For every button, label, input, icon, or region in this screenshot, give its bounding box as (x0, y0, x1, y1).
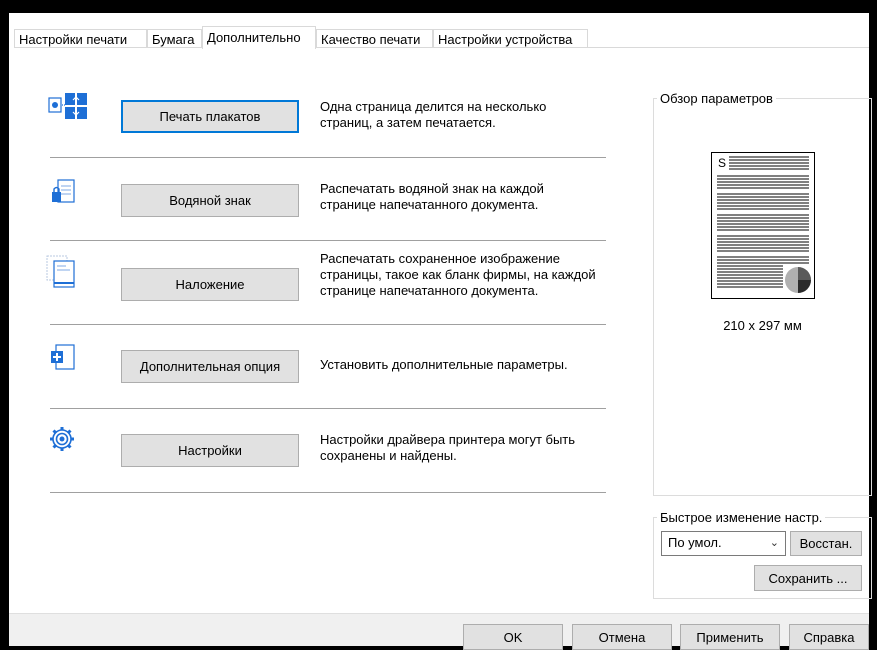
watermark-icon (48, 178, 76, 208)
poster-description: Одна страница делится на несколько стран… (320, 99, 547, 130)
tab-advanced[interactable]: Дополнительно (202, 26, 316, 49)
settings-gear-icon (48, 425, 76, 455)
help-button[interactable]: Справка (789, 624, 869, 650)
row-separator (50, 492, 606, 493)
row-separator (50, 240, 606, 241)
overlay-button[interactable]: Наложение (121, 268, 299, 301)
driver-settings-description: Настройки драйвера принтера могут быть с… (320, 432, 576, 463)
watermark-description: Распечатать водяной знак на каждой стран… (320, 181, 544, 212)
ok-button[interactable]: OK (463, 624, 563, 650)
driver-settings-button[interactable]: Настройки (121, 434, 299, 467)
cancel-button[interactable]: Отмена (572, 624, 672, 650)
extra-option-description: Установить дополнительные параметры. (320, 357, 568, 372)
row-separator (50, 157, 606, 158)
tab-print-quality[interactable]: Качество печати (316, 29, 433, 48)
page-letter: S (718, 156, 726, 170)
apply-button[interactable]: Применить (680, 624, 780, 650)
overlay-icon (46, 255, 75, 288)
watermark-button[interactable]: Водяной знак (121, 184, 299, 217)
preset-select[interactable]: По умол. ⌄ (661, 531, 786, 556)
restore-button[interactable]: Восстан. (790, 531, 862, 556)
window-left-border (0, 0, 9, 650)
paper-size-label: 210 x 297 мм (723, 318, 802, 333)
poster-icon (48, 92, 87, 122)
row-separator (50, 324, 606, 325)
preview-group-title: Обзор параметров (657, 91, 776, 106)
poster-button[interactable]: Печать плакатов (121, 100, 299, 133)
tab-paper[interactable]: Бумага (147, 29, 202, 48)
save-preset-button[interactable]: Сохранить ... (754, 565, 862, 591)
tab-underline (14, 47, 869, 48)
page-preview: S (711, 152, 815, 299)
chevron-down-icon: ⌄ (769, 537, 779, 549)
overlay-description: Распечатать сохраненное изображение стра… (320, 251, 596, 298)
quick-settings-title: Быстрое изменение настр. (657, 510, 826, 525)
preset-select-value: По умол. (668, 535, 722, 550)
tab-device-settings[interactable]: Настройки устройства (433, 29, 588, 48)
row-separator (50, 408, 606, 409)
extra-option-button[interactable]: Дополнительная опция (121, 350, 299, 383)
tab-print-settings[interactable]: Настройки печати (14, 29, 147, 48)
extra-option-icon (48, 343, 76, 373)
window-top-border (0, 0, 877, 13)
